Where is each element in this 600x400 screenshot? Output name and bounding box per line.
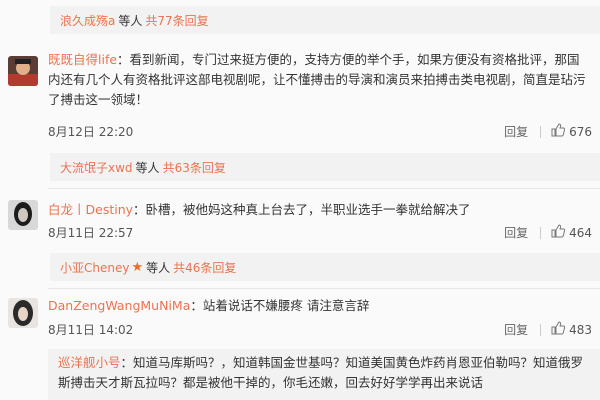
comment-time: 8月12日 22:20 [48,125,134,139]
divider [540,125,542,138]
comment-time: 8月11日 22:57 [48,226,134,240]
reply-user-link[interactable]: 小亚Cheney [60,259,129,276]
thumbs-up-icon[interactable] [551,123,566,140]
comment-item: 白龙丨Destiny：卧槽，被他妈这种真上台去了，半职业选手一拳就给解决了 8月… [0,196,600,246]
sub-reply-body: ：知道马库斯吗？，知道韩国金世基吗？知道美国黄色炸药肖恩亚伯勒吗？知道俄罗斯搏击… [58,355,584,390]
comment-username[interactable]: DanZengWangMuNiMa [48,298,190,313]
reply-summary-text: 等人 [118,13,143,28]
like-count: 464 [569,225,592,240]
reply-summary-strip[interactable]: 浪久成殇a 等人 共77条回复 [50,6,600,34]
comment-body: ：看到新闻，专门过来挺方便的，支持方便的举个手，如果方便没有资格批评，那国内还有… [48,52,586,107]
comment-username[interactable]: 白龙丨Destiny [48,202,133,217]
reply-button[interactable]: 回复 [504,123,528,140]
comment-text: 白龙丨Destiny：卧槽，被他妈这种真上台去了，半职业选手一拳就给解决了 [48,200,590,220]
comment-time: 8月11日 14:02 [48,323,134,337]
reply-count-link[interactable]: 共46条回复 [173,259,236,276]
avatar[interactable] [8,56,38,86]
reply-button[interactable]: 回复 [504,321,528,338]
comment-feed: 浪久成殇a 等人 共77条回复 既既自得life：看到新闻，专门过来挺方便的，支… [0,0,600,400]
like-count: 483 [569,322,592,337]
comment-text: 既既自得life：看到新闻，专门过来挺方便的，支持方便的举个手，如果方便没有资格… [48,50,590,110]
reply-count-link[interactable]: 共63条回复 [163,159,226,176]
reply-button[interactable]: 回复 [504,224,528,241]
sub-reply-username[interactable]: 巡洋舰小号 [58,355,121,370]
reply-summary-strip[interactable]: 大流氓子xwd 等人 共63条回复 [50,153,600,181]
sub-reply: 巡洋舰小号：知道马库斯吗？，知道韩国金世基吗？知道美国黄色炸药肖恩亚伯勒吗？知道… [48,349,600,400]
comment-actions: 回复 483 [504,321,592,338]
reply-summary-strip[interactable]: 小亚Cheney ★ 等人 共46条回复 [50,253,600,281]
reply-count-link[interactable]: 共77条回复 [145,12,208,29]
divider [48,188,600,189]
sub-reply-text: 巡洋舰小号：知道马库斯吗？，知道韩国金世基吗？知道美国黄色炸药肖恩亚伯勒吗？知道… [58,353,594,393]
avatar[interactable] [8,298,38,328]
comment-actions: 回复 676 [504,123,592,140]
comment-item: DanZengWangMuNiMa：站着说话不嫌腰疼 请注意言辞 8月11日 1… [0,294,600,344]
reply-summary-text: 等人 [146,260,171,275]
star-icon: ★ [131,259,144,275]
avatar[interactable] [8,200,38,230]
reply-user-link[interactable]: 大流氓子xwd [60,159,133,176]
comment-body: ：卧槽，被他妈这种真上台去了，半职业选手一拳就给解决了 [133,202,471,217]
reply-user-link[interactable]: 浪久成殇a [60,12,115,29]
divider [540,226,542,239]
divider [540,323,542,336]
comment-actions: 回复 464 [504,224,592,241]
comment-username[interactable]: 既既自得life [48,52,117,67]
thumbs-up-icon[interactable] [551,321,566,338]
comment-item: 既既自得life：看到新闻，专门过来挺方便的，支持方便的举个手，如果方便没有资格… [0,50,600,150]
comment-text: DanZengWangMuNiMa：站着说话不嫌腰疼 请注意言辞 [48,296,590,316]
like-count: 676 [569,124,592,139]
reply-summary-text: 等人 [135,160,160,175]
divider [48,288,600,289]
comment-body: ：站着说话不嫌腰疼 请注意言辞 [190,298,370,313]
thumbs-up-icon[interactable] [551,224,566,241]
